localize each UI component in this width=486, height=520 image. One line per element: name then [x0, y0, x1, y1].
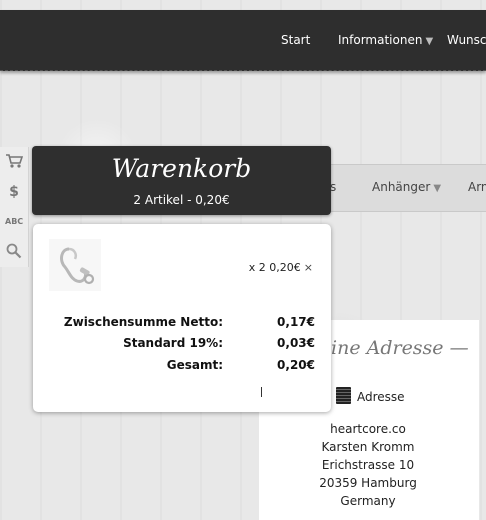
cart-title: Warenkorb: [111, 154, 252, 183]
subtotal-label: Zwischensumme Netto:: [63, 315, 223, 329]
product-thumbnail[interactable]: [49, 239, 101, 291]
remove-item-icon[interactable]: ×: [304, 261, 313, 274]
cart-summary: 2 Artikel - 0,20€: [133, 193, 230, 207]
address-line: Karsten Kromm: [321, 440, 415, 454]
title-decoration: —: [449, 337, 469, 359]
tax-row: Standard 19%: 0,03€: [33, 336, 331, 352]
nav-item-label: Start: [281, 33, 311, 47]
cart-icon[interactable]: [5, 153, 24, 171]
text-cursor: [261, 387, 262, 397]
address-label: Adresse: [357, 390, 405, 404]
search-icon[interactable]: [5, 243, 23, 261]
nav-item-informationen[interactable]: Informationen ▼: [338, 33, 433, 47]
address-card-title: ine Adresse —: [331, 337, 469, 359]
nav-item-label: Wunsch: [447, 33, 486, 47]
side-icon-strip: $ ABC: [0, 147, 29, 267]
dollar-icon[interactable]: $: [5, 183, 23, 201]
address-line: Erichstrasse 10: [321, 458, 415, 472]
address-line: 20359 Hamburg: [319, 476, 417, 490]
address-line: Germany: [340, 494, 396, 508]
total-row: Gesamt: 0,20€: [33, 358, 331, 374]
address-book-icon: [336, 387, 351, 404]
nav-item-wunsch[interactable]: Wunsch: [447, 33, 486, 47]
category-item-arm[interactable]: Arm: [468, 180, 486, 194]
nav-item-start[interactable]: Start: [281, 33, 310, 47]
chevron-down-icon: ▼: [433, 183, 442, 194]
total-label: Gesamt:: [166, 358, 223, 372]
category-item-anhaenger[interactable]: Anhänger ▼: [372, 180, 441, 194]
abc-icon[interactable]: ABC: [5, 213, 23, 231]
cart-item-quantity-price: x 2 0,20€ ×: [249, 261, 313, 274]
chevron-down-icon: ▼: [425, 36, 434, 47]
subtotal-value: 0,17€: [277, 315, 315, 329]
subtotal-row: Zwischensumme Netto: 0,17€: [33, 315, 331, 331]
address-line: heartcore.co: [330, 422, 406, 436]
quantity-price-text: x 2 0,20€: [248, 261, 301, 274]
cart-header[interactable]: Warenkorb 2 Artikel - 0,20€: [32, 146, 331, 215]
address-title-text: ine Adresse: [331, 337, 444, 359]
nav-item-label: Informationen: [338, 33, 423, 47]
category-item-label: Anhänger: [372, 180, 431, 194]
address-lines: heartcore.co Karsten Kromm Erichstrasse …: [303, 420, 433, 510]
top-navigation-bar: Start Informationen▼ Wunsch: [0, 10, 486, 71]
total-value: 0,20€: [277, 358, 315, 372]
tax-value: 0,03€: [277, 336, 315, 350]
cart-dropdown-panel: x 2 0,20€ × Zwischensumme Netto: 0,17€ St…: [33, 224, 331, 412]
tax-label: Standard 19%:: [123, 336, 223, 350]
